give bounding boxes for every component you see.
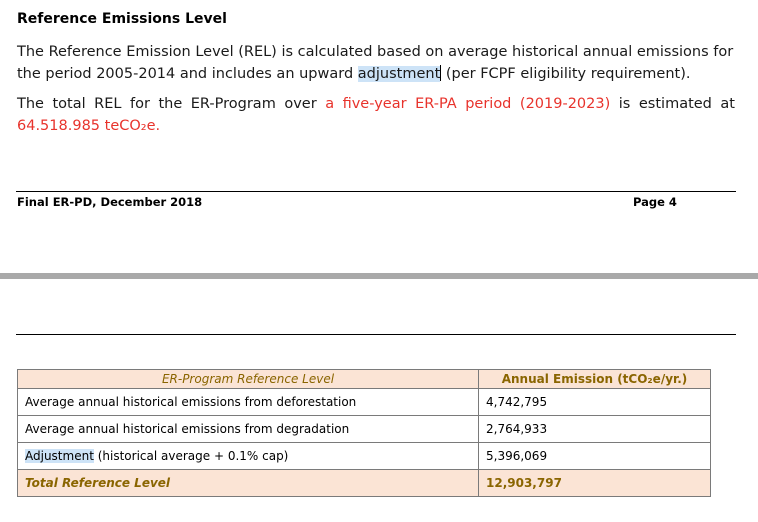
table-row: Average annual historical emissions from… — [17, 415, 711, 443]
footer-page-number: Page 4 — [633, 195, 677, 209]
row-label[interactable]: Adjustment (historical average + 0.1% ca… — [17, 442, 479, 470]
total-rel-value: 64.518.985 teCO₂e. — [17, 118, 161, 134]
selected-word-adjustment[interactable]: adjustment — [357, 66, 441, 82]
total-value[interactable]: 12,903,797 — [478, 469, 711, 497]
footer-document-label: Final ER-PD, December 2018 — [17, 195, 203, 209]
column-header-reference-level: ER-Program Reference Level — [17, 369, 479, 389]
row-label[interactable]: Average annual historical emissions from… — [17, 388, 479, 416]
column-header-annual-emission: Annual Emission (tCO₂e/yr.) — [478, 369, 711, 389]
footer-divider — [16, 191, 736, 192]
page-4: Reference Emissions Level The Reference … — [0, 0, 758, 273]
reference-level-table: ER-Program Reference Level Annual Emissi… — [17, 369, 711, 497]
table-row: Adjustment (historical average + 0.1% ca… — [17, 442, 711, 470]
total-rel-paragraph[interactable]: The total REL for the ER-Program over a … — [17, 93, 735, 137]
er-pa-period-text: a five-year ER-PA period (2019-2023) — [325, 96, 611, 112]
row-label-rest: (historical average + 0.1% cap) — [93, 449, 289, 463]
section-heading: Reference Emissions Level — [17, 11, 227, 27]
para1-text-after: (per FCPF eligibility requirement). — [441, 66, 691, 82]
row-value[interactable]: 5,396,069 — [478, 442, 711, 470]
highlighted-word-adjustment[interactable]: Adjustment — [25, 449, 94, 463]
para2-text-middle: is estimated at — [610, 96, 735, 112]
row-value[interactable]: 4,742,795 — [478, 388, 711, 416]
table-row: Average annual historical emissions from… — [17, 388, 711, 416]
table-header-row: ER-Program Reference Level Annual Emissi… — [17, 369, 711, 389]
header-divider — [16, 334, 736, 335]
total-label[interactable]: Total Reference Level — [17, 469, 479, 497]
row-value[interactable]: 2,764,933 — [478, 415, 711, 443]
rel-description-paragraph[interactable]: The Reference Emission Level (REL) is ca… — [17, 41, 735, 85]
row-label[interactable]: Average annual historical emissions from… — [17, 415, 479, 443]
table-total-row: Total Reference Level 12,903,797 — [17, 469, 711, 497]
para2-text-before: The total REL for the ER-Program over — [17, 96, 326, 112]
